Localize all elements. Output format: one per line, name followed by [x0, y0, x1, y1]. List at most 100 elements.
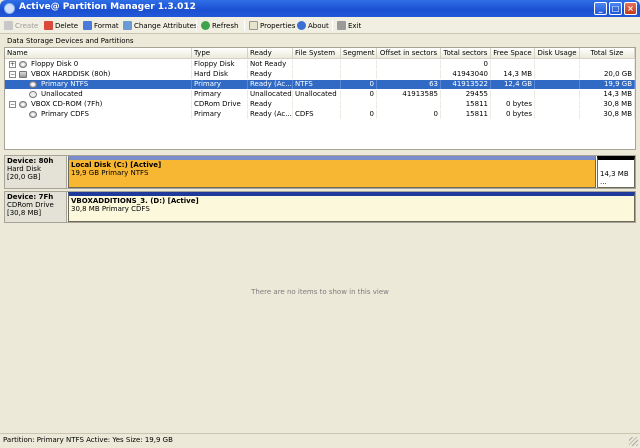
- cell-type: Primary: [192, 80, 248, 89]
- column-header-total-size[interactable]: Total Size: [580, 48, 635, 59]
- toolbar-separator: [244, 20, 245, 31]
- device-label[interactable]: Device: 7Fh CDRom Drive [30,8 MB]: [5, 192, 67, 222]
- device-label[interactable]: Device: 80h Hard Disk [20,0 GB]: [5, 156, 67, 188]
- format-label: Format: [94, 21, 119, 30]
- cell-file-system: [293, 60, 341, 69]
- table-row[interactable]: − VBOX CD-ROM (7Fh) CDRom Drive Ready 15…: [5, 100, 635, 109]
- create-label: Create: [15, 21, 39, 30]
- properties-button[interactable]: Properties: [249, 19, 295, 32]
- close-button[interactable]: ×: [624, 2, 637, 15]
- cell-type: Primary: [192, 90, 248, 99]
- change-attributes-label: Change Attributes: [134, 21, 198, 30]
- table-row[interactable]: Unallocated Primary Unallocated Unalloca…: [5, 90, 635, 99]
- cell-total-sectors: 15811: [441, 110, 491, 119]
- cell-type: CDRom Drive: [192, 100, 248, 109]
- maximize-button[interactable]: □: [609, 2, 622, 15]
- partition-block-c[interactable]: Local Disk (C:) [Active] 19,9 GB Primary…: [68, 156, 596, 188]
- table-row-selected[interactable]: Primary NTFS Primary Ready (Ac... NTFS 0…: [5, 80, 635, 89]
- window-title: Active@ Partition Manager 1.3.012: [19, 2, 196, 12]
- expand-icon[interactable]: +: [9, 61, 16, 68]
- cell-offset: [377, 60, 441, 69]
- delete-button[interactable]: Delete: [44, 19, 78, 32]
- refresh-label: Refresh: [212, 21, 239, 30]
- create-button[interactable]: Create: [4, 19, 38, 32]
- partition-title: VBOXADDITIONS_3. (D:) [Active]: [71, 197, 199, 205]
- cell-total-size: 30,8 MB: [580, 100, 635, 109]
- cell-total-size: 30,8 MB: [580, 110, 635, 119]
- cell-total-sectors: 15811: [441, 100, 491, 109]
- cell-total-sectors: 29455: [441, 90, 491, 99]
- cell-disk-usage: [535, 90, 580, 99]
- cell-disk-usage: [535, 100, 580, 109]
- device-size: [30,8 MB]: [7, 209, 42, 217]
- unallocated-icon: [29, 91, 37, 98]
- column-header-type[interactable]: Type: [192, 48, 248, 59]
- table-row[interactable]: Primary CDFS Primary Ready (Ac... CDFS 0…: [5, 110, 635, 119]
- cell-name: Floppy Disk 0: [29, 60, 192, 69]
- device-id: Device: 7Fh: [7, 193, 54, 201]
- cd-rom-icon: [19, 101, 27, 108]
- cell-name: VBOX CD-ROM (7Fh): [29, 100, 192, 109]
- cell-file-system: Unallocated: [293, 90, 341, 99]
- format-button[interactable]: Format: [83, 19, 119, 32]
- device-list[interactable]: Name Type Ready File System Segment Offs…: [4, 47, 636, 150]
- partition-block-d[interactable]: VBOXADDITIONS_3. (D:) [Active] 30,8 MB P…: [68, 192, 635, 222]
- cell-offset: [377, 100, 441, 109]
- cell-file-system: NTFS: [293, 80, 341, 89]
- cell-name: Unallocated: [39, 90, 192, 99]
- cell-disk-usage: [535, 60, 580, 69]
- cell-segment: [341, 70, 377, 79]
- cell-total-size: 19,9 GB: [580, 80, 635, 89]
- cell-ready: Ready: [248, 70, 293, 79]
- column-header-segment[interactable]: Segment: [341, 48, 377, 59]
- collapse-icon[interactable]: −: [9, 101, 16, 108]
- table-row[interactable]: − VBOX HARDDISK (80h) Hard Disk Ready 41…: [5, 70, 635, 79]
- cell-free-space: 14,3 MB: [491, 70, 535, 79]
- cell-segment: 0: [341, 110, 377, 119]
- cell-total-size: 14,3 MB: [580, 90, 635, 99]
- column-header-offset[interactable]: Offset in sectors: [377, 48, 441, 59]
- delete-label: Delete: [55, 21, 78, 30]
- partition-icon: [29, 81, 37, 88]
- column-header-total-sectors[interactable]: Total sectors: [441, 48, 491, 59]
- status-text: Partition: Primary NTFS Active: Yes Size…: [3, 436, 173, 444]
- cell-ready: Not Ready: [248, 60, 293, 69]
- cell-offset: 41913585: [377, 90, 441, 99]
- collapse-icon[interactable]: −: [9, 71, 16, 78]
- toolbar: Create Delete Format Change Attributes R…: [0, 17, 640, 34]
- cell-total-sectors: 0: [441, 60, 491, 69]
- cell-ready: Ready (Ac...: [250, 110, 293, 119]
- cell-offset: 0: [377, 110, 441, 119]
- column-header-ready[interactable]: Ready: [248, 48, 293, 59]
- empty-view-message: There are no items to show in this view: [251, 288, 389, 296]
- column-header-free-space[interactable]: Free Space: [491, 48, 535, 59]
- column-header-name[interactable]: Name: [5, 48, 192, 59]
- toolbar-separator: [196, 20, 197, 31]
- change-attributes-button[interactable]: Change Attributes: [123, 19, 198, 32]
- section-label: Data Storage Devices and Partitions: [7, 37, 134, 45]
- title-bar[interactable]: Active@ Partition Manager 1.3.012 _ □ ×: [0, 0, 640, 17]
- cell-file-system: CDFS: [293, 110, 341, 119]
- partition-icon: [29, 111, 37, 118]
- disk-map-cdrom: Device: 7Fh CDRom Drive [30,8 MB] VBOXAD…: [4, 191, 636, 223]
- cell-name: Primary CDFS: [39, 110, 192, 119]
- column-header-file-system[interactable]: File System: [293, 48, 341, 59]
- exit-button[interactable]: Exit: [337, 19, 361, 32]
- minimize-button[interactable]: _: [594, 2, 607, 15]
- partition-detail: 30,8 MB Primary CDFS: [71, 205, 150, 213]
- table-row[interactable]: + Floppy Disk 0 Floppy Disk Not Ready 0: [5, 60, 635, 69]
- cell-free-space: 0 bytes: [491, 110, 535, 119]
- unallocated-block[interactable]: 14,3 MB ...: [597, 156, 635, 188]
- about-button[interactable]: About: [297, 19, 329, 32]
- cell-offset: [377, 70, 441, 79]
- cell-disk-usage: [535, 80, 580, 89]
- device-size: [20,0 GB]: [7, 173, 41, 181]
- refresh-button[interactable]: Refresh: [201, 19, 238, 32]
- column-header-disk-usage[interactable]: Disk Usage: [535, 48, 580, 59]
- app-icon: [4, 3, 15, 14]
- cell-segment: 0: [341, 90, 377, 99]
- hard-disk-icon: [19, 71, 27, 78]
- cell-file-system: [293, 70, 341, 79]
- resize-grip[interactable]: [629, 437, 638, 446]
- cell-total-sectors: 41913522: [441, 80, 491, 89]
